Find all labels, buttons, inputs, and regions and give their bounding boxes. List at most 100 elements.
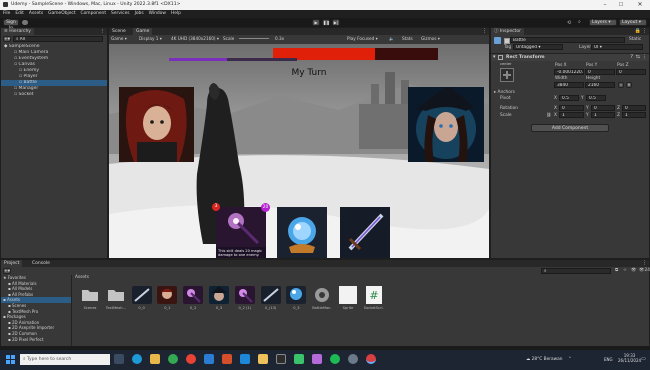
pause-button[interactable]: ❚❚ (322, 19, 330, 26)
menu-item-component[interactable]: Component (81, 10, 107, 18)
tag-dropdown[interactable]: Untagged ▾ (513, 44, 563, 50)
menu-item-assets[interactable]: Assets (29, 10, 43, 18)
taskbar-search-field[interactable]: ⌕ Type here to search (20, 354, 110, 365)
layer-dropdown[interactable]: UI ▾ (591, 44, 643, 50)
lock-icon[interactable]: 🔒 (635, 28, 641, 35)
asset-item[interactable]: 0_2 (1) (234, 286, 255, 310)
panel-menu-icon[interactable]: ⋮ (101, 28, 106, 35)
pos-x-field[interactable]: -0.00012207 (554, 69, 584, 75)
weather-widget[interactable]: ☁ 28°C Berawan (526, 355, 563, 365)
inspector-tab[interactable]: ⓘ Inspector (491, 28, 524, 35)
vscode-icon[interactable] (240, 354, 250, 364)
asset-item[interactable]: Sprite (338, 286, 358, 310)
component-menu-icon[interactable]: ⋮ (642, 54, 647, 61)
photos-icon[interactable] (312, 354, 322, 364)
minimize-button[interactable]: – (598, 0, 612, 10)
link-icon[interactable]: ⛓ (546, 113, 551, 118)
scale-slider[interactable] (239, 38, 269, 39)
store-icon[interactable] (204, 354, 214, 364)
maximize-button[interactable]: ☐ (614, 0, 628, 10)
asset-item[interactable]: Scenes (80, 286, 100, 310)
history-icon[interactable]: ⟲ (567, 20, 571, 26)
tab-project[interactable]: Project (1, 260, 23, 267)
rot-y-field[interactable]: 0 (591, 105, 615, 111)
menu-item-jobs[interactable]: Jobs (135, 10, 144, 18)
tab-scene[interactable]: Scene (109, 28, 129, 35)
chrome-profile-icon[interactable] (186, 354, 196, 364)
asset-item[interactable]: BattleMan... (312, 286, 332, 310)
create-asset-button[interactable]: +▾ (3, 268, 11, 274)
media-player-icon[interactable] (294, 354, 304, 364)
rot-x-field[interactable]: 0 (559, 105, 584, 111)
settings-icon[interactable] (348, 354, 358, 364)
rot-z-field[interactable]: 0 (622, 105, 646, 111)
windows-start-icon[interactable] (6, 355, 15, 364)
stats-button[interactable]: Stats (402, 35, 413, 42)
chrome-icon[interactable] (168, 354, 178, 364)
skill-card-sword[interactable] (340, 207, 390, 258)
unity-app-icon[interactable] (366, 354, 376, 364)
terminal-icon[interactable] (276, 354, 286, 364)
width-field[interactable]: 3840 (554, 82, 584, 88)
breadcrumb[interactable]: Assets (75, 275, 89, 280)
panel-menu-icon[interactable]: ⋮ (482, 28, 487, 35)
raw-edit-button[interactable]: R (626, 82, 632, 88)
mute-icon[interactable]: 🔈 (389, 35, 394, 42)
asset-item[interactable]: 0_1 (157, 286, 178, 310)
spotify-icon[interactable] (330, 354, 340, 364)
hierarchy-tab[interactable]: ≡ Hierarchy (1, 28, 34, 35)
menu-item-services[interactable]: Services (111, 10, 130, 18)
gizmos-dropdown[interactable]: Gizmos ▾ (421, 35, 440, 42)
pivot-x-field[interactable]: 0.5 (559, 95, 579, 101)
tray-arrow-icon[interactable]: ⌃ (568, 355, 572, 365)
asset-item[interactable]: # SocketScri... (364, 286, 384, 310)
file-explorer-icon[interactable] (150, 354, 160, 364)
preset-icon[interactable]: ⇆ (636, 54, 640, 61)
asset-item[interactable]: 0_2 (183, 286, 204, 310)
pos-z-field[interactable]: 0 (616, 69, 646, 75)
scale-x-field[interactable]: 1 (559, 112, 584, 118)
blueprint-button[interactable]: ⌗ (618, 82, 624, 88)
hierarchy-search-field[interactable]: ⌕ All (13, 36, 103, 42)
add-object-button[interactable]: +▾ (3, 36, 11, 42)
anchors-foldout[interactable]: ▸ Anchors (494, 90, 515, 95)
menu-item-gameobject[interactable]: GameObject (48, 10, 75, 18)
menu-item-window[interactable]: Window (149, 10, 166, 18)
player-portrait[interactable] (408, 85, 484, 162)
resolution-dropdown[interactable]: 4K UHD (3840x2160) ▾ (171, 35, 219, 42)
game-mode-dropdown[interactable]: Game ▾ (111, 35, 127, 42)
close-button[interactable]: ✕ (632, 0, 648, 10)
game-canvas[interactable]: My Turn This skill deals 20 magic damage… (109, 44, 489, 258)
filter-icon[interactable]: ⧉ (615, 268, 618, 273)
play-focused-dropdown[interactable]: Play Focused ▾ (347, 35, 378, 42)
account-button[interactable]: Sign In (3, 19, 19, 31)
anchor-preset-button[interactable] (500, 68, 514, 82)
layers-dropdown[interactable]: Layers ▾ (589, 19, 617, 26)
hierarchy-item[interactable]: ▫ Socket (1, 92, 107, 98)
project-tree-item[interactable]: ▪ 2D Pixel Perfect (1, 337, 71, 343)
help-icon[interactable]: ? (630, 54, 633, 61)
menu-item-edit[interactable]: Edit (15, 10, 24, 18)
static-toggle[interactable]: Static (629, 37, 641, 42)
skill-card-crystal-orb[interactable] (277, 207, 327, 258)
language-indicator[interactable]: ENG (604, 355, 613, 365)
clock[interactable]: 19:33 26/11/2024 (618, 353, 641, 363)
tab-game[interactable]: Game (133, 28, 153, 35)
layout-dropdown[interactable]: Layout ▾ (619, 19, 647, 26)
enemy-portrait[interactable] (119, 87, 194, 162)
cloud-icon[interactable] (22, 20, 28, 25)
step-button[interactable]: ▶| (332, 19, 340, 26)
pos-y-field[interactable]: 0 (585, 69, 615, 75)
scale-y-field[interactable]: 1 (591, 112, 615, 118)
display-dropdown[interactable]: Display 1 ▾ (139, 35, 162, 42)
pivot-y-field[interactable]: 0.5 (586, 95, 606, 101)
panel-menu-icon[interactable]: ⋮ (642, 260, 647, 267)
skill-card-magic-wand[interactable]: This skill deals 20 magic damage to one … (216, 207, 266, 258)
play-button[interactable]: ▶ (312, 19, 320, 26)
search-icon[interactable]: ⌕ (578, 19, 581, 25)
object-name-field[interactable]: Battle (510, 37, 625, 43)
asset-item[interactable]: 0_(13) (260, 286, 281, 310)
tab-console[interactable]: Console (29, 260, 53, 267)
panel-menu-icon[interactable]: ⋮ (642, 28, 647, 35)
menu-item-file[interactable]: File (3, 10, 10, 18)
